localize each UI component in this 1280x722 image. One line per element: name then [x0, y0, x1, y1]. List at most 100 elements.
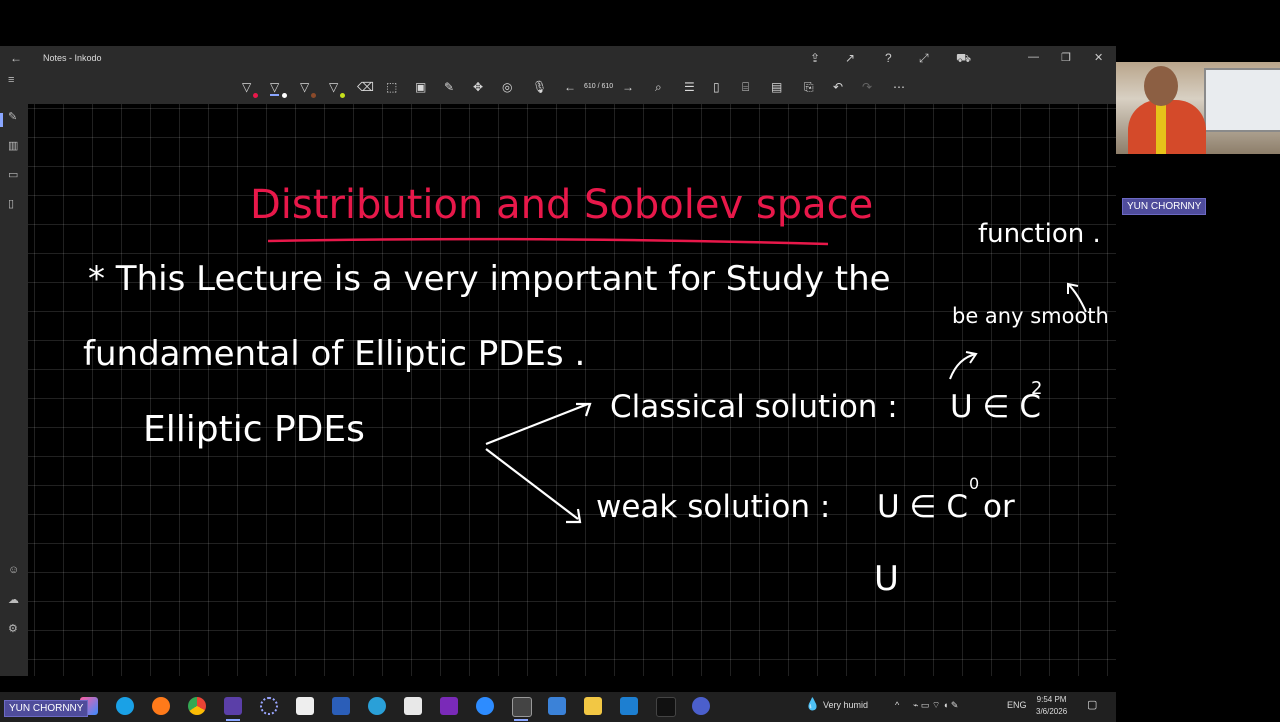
library-icon[interactable]: ▥: [8, 139, 18, 152]
pen-brown-color-dot: [311, 93, 316, 98]
title-underline: [267, 237, 829, 246]
weak-space: U ∈ C: [877, 489, 969, 525]
language-indicator[interactable]: ENG: [1007, 700, 1027, 710]
notes-line-1: * This Lecture is a very important for S…: [88, 259, 891, 299]
file-explorer-icon[interactable]: [584, 697, 602, 715]
active-indicator: [0, 113, 3, 127]
save-icon[interactable]: ▤: [771, 80, 782, 94]
chrome-icon[interactable]: [188, 697, 206, 715]
u-partial: U: [874, 559, 899, 599]
new-page-icon[interactable]: ▯: [713, 80, 720, 94]
firefox-icon[interactable]: [152, 697, 170, 715]
edge-icon[interactable]: [116, 697, 134, 715]
image-icon[interactable]: ▣: [415, 80, 426, 94]
cloud-icon[interactable]: ☁: [8, 593, 19, 606]
inkodo-app-icon[interactable]: [512, 697, 532, 717]
note-canvas[interactable]: Distribution and Sobolev space * This Le…: [28, 104, 1116, 676]
paste-icon[interactable]: ⎘: [804, 80, 814, 95]
feedback-icon[interactable]: ☺: [8, 564, 19, 576]
onenote-icon[interactable]: [440, 697, 458, 715]
arrow-to-smooth: [949, 351, 978, 380]
pen-brown-icon[interactable]: ▽: [300, 80, 309, 94]
pen-white-icon[interactable]: ▽: [270, 80, 280, 96]
bottom-name-tag: YUN CHORNNY: [4, 700, 89, 717]
margin-smooth: be any smooth: [952, 304, 1109, 328]
pen-red-icon[interactable]: ▽: [242, 80, 251, 94]
notification-icon[interactable]: ▢: [1087, 698, 1097, 711]
classical-exponent: 2: [1031, 378, 1043, 399]
clipboard-icon[interactable]: ▯: [8, 197, 14, 210]
tray-chevron-icon[interactable]: ^: [895, 700, 899, 710]
highlighter-color-dot: [340, 93, 345, 98]
notes-line-2: fundamental of Elliptic PDEs .: [83, 334, 586, 374]
document-icon[interactable]: [296, 697, 314, 715]
pen-mode-icon[interactable]: ✎: [8, 110, 17, 123]
title-bar: ← Notes - Inkodo ⇪ ↗ ? ⤢ ⛟ — ❐ ✕: [0, 46, 1116, 72]
telegram-icon[interactable]: [368, 697, 386, 715]
arrow-to-classical: [485, 402, 592, 446]
weak-solution: weak solution :: [596, 489, 831, 525]
paint-icon[interactable]: [548, 697, 566, 715]
windows-taskbar: ⊞ ⌕ 💧 Very humid ^ ⌁ ▭ ⌔ ◖ ✎ ENG 9:54 PM…: [0, 692, 1116, 722]
app-purple-icon[interactable]: [224, 697, 242, 715]
elliptic-pdes: Elliptic PDEs: [143, 409, 365, 450]
clock[interactable]: 9:54 PM 3/6/2026: [1036, 694, 1067, 718]
previous-page-icon[interactable]: ←: [564, 80, 576, 94]
open-folder-icon[interactable]: ⌸: [742, 80, 749, 95]
pen-red-color-dot: [253, 93, 258, 98]
fullscreen-icon[interactable]: ⤢: [919, 51, 929, 66]
teams-icon[interactable]: [692, 697, 710, 715]
word-icon[interactable]: [332, 697, 350, 715]
weak-or: or: [983, 489, 1015, 525]
app-dotted-circle-icon[interactable]: [260, 697, 278, 715]
webcam-person-body: [1128, 100, 1206, 154]
weak-exponent: 0: [969, 474, 980, 493]
inkodo-window: ← Notes - Inkodo ⇪ ↗ ? ⤢ ⛟ — ❐ ✕ ▽ ▽ ▽ ▽…: [0, 46, 1116, 722]
zoom-icon[interactable]: ⌕: [655, 80, 662, 95]
classical-space: U ∈ C: [950, 389, 1042, 425]
inkodo-active-underline: [514, 719, 528, 721]
microphone-icon[interactable]: 🎙: [532, 80, 547, 94]
page-indicator: 610 / 610: [584, 83, 614, 90]
cart-icon[interactable]: ⛟: [956, 51, 971, 67]
settings-sliders-icon[interactable]: ☰: [684, 80, 695, 94]
close-icon[interactable]: ✕: [1094, 51, 1103, 64]
weather-text[interactable]: Very humid: [823, 700, 868, 710]
undo-icon[interactable]: ↶: [833, 80, 843, 94]
webcam-background-window: [1204, 68, 1280, 132]
webcam-name-tag: YUN CHORNNY: [1122, 198, 1207, 215]
zoom-app-icon[interactable]: [476, 697, 494, 715]
tray-icons[interactable]: ⌁ ▭ ⌔ ◖ ✎: [913, 700, 958, 711]
back-arrow-icon[interactable]: ←: [10, 51, 22, 65]
maximize-icon[interactable]: ❐: [1061, 51, 1071, 64]
lasso-select-icon[interactable]: ⬚: [386, 80, 397, 94]
redo-icon[interactable]: ↷: [862, 80, 872, 94]
move-icon[interactable]: ✥: [473, 80, 483, 94]
webcam-shirt-stripe: [1156, 102, 1166, 154]
clock-time: 9:54 PM: [1036, 695, 1067, 704]
help-icon[interactable]: ?: [885, 51, 892, 65]
webcam-video[interactable]: [1116, 62, 1280, 154]
shapes-icon[interactable]: ◎: [502, 80, 512, 94]
ink-toolbar: ▽ ▽ ▽ ▽ ⌫ ⬚ ▣ ✎ ✥ ◎ 🎙 ← 610 / 610 → ⌕ ☰ …: [0, 72, 1116, 104]
notepad-icon[interactable]: [404, 697, 422, 715]
store-icon[interactable]: [620, 697, 638, 715]
share-box-icon[interactable]: ⇪: [810, 51, 820, 65]
settings-gear-icon[interactable]: ⚙: [8, 622, 18, 635]
ruler-icon[interactable]: ✎: [444, 80, 454, 94]
eraser-icon[interactable]: ⌫: [357, 80, 374, 94]
highlighter-icon[interactable]: ▽: [329, 80, 338, 94]
left-sidebar: ≡ ✎ ▥ ▭ ▯ ☺ ☁ ⚙: [0, 74, 28, 676]
share-icon[interactable]: ↗: [845, 51, 855, 65]
menu-icon[interactable]: ≡: [8, 74, 14, 86]
minimize-icon[interactable]: —: [1028, 51, 1039, 63]
weather-icon: 💧: [805, 697, 820, 711]
webcam-person-head: [1144, 66, 1178, 106]
pen-white-color-dot: [282, 93, 287, 98]
window-title: Notes - Inkodo: [43, 53, 102, 63]
next-page-icon[interactable]: →: [622, 80, 634, 94]
tiktok-icon[interactable]: [656, 697, 676, 717]
slides-icon[interactable]: ▭: [8, 168, 18, 181]
more-icon[interactable]: ⋯: [893, 80, 905, 94]
margin-function: function .: [978, 219, 1101, 249]
